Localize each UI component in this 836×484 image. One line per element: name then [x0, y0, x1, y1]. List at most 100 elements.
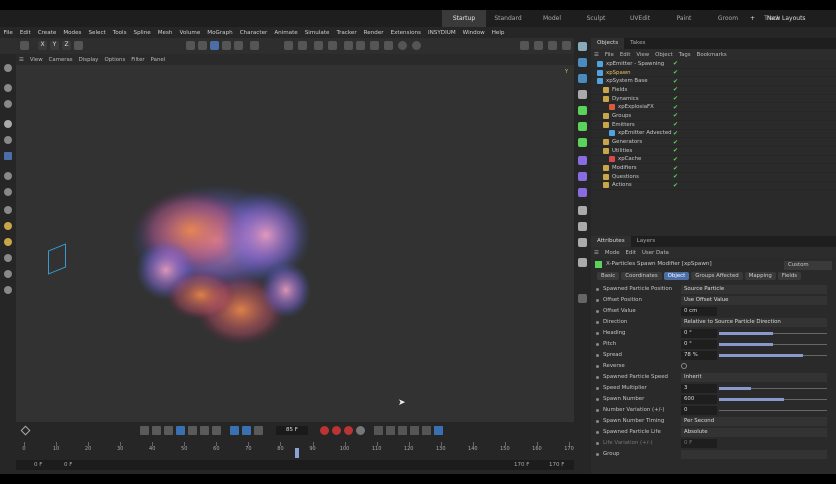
visibility-check-icon[interactable]: ✔: [673, 104, 678, 111]
layout-tab-standard[interactable]: Standard: [486, 10, 530, 27]
visibility-check-icon[interactable]: ✔: [673, 69, 678, 76]
generator-icon[interactable]: [370, 41, 379, 50]
scale-icon[interactable]: [4, 152, 12, 160]
attribute-slider-track[interactable]: [719, 410, 827, 411]
object-row[interactable]: xpSystem Base ✔: [591, 77, 836, 87]
viewport-menu-filter[interactable]: Filter: [128, 57, 147, 63]
axis-x-icon[interactable]: X: [38, 41, 47, 50]
loop-icon[interactable]: [230, 426, 239, 435]
objects-menu-view[interactable]: View: [633, 52, 652, 58]
menu-edit[interactable]: Edit: [16, 30, 34, 36]
object-row[interactable]: xpExplosiaFX ✔: [591, 103, 836, 113]
viewport-3d[interactable]: Y ➤: [16, 65, 574, 422]
visibility-check-icon[interactable]: ✔: [673, 60, 678, 67]
viewport-menu-view[interactable]: View: [27, 57, 46, 63]
object-row[interactable]: xpSpawn ✔: [591, 69, 836, 78]
animate-dot-icon[interactable]: [596, 431, 599, 434]
deformer-purple-icon[interactable]: [578, 156, 587, 165]
menu-simulate[interactable]: Simulate: [301, 30, 333, 36]
previous-frame-icon[interactable]: [164, 426, 173, 435]
texture-mode-icon[interactable]: [198, 41, 207, 50]
tab-takes[interactable]: Takes: [624, 38, 651, 49]
animate-dot-icon[interactable]: [596, 332, 599, 335]
pen-icon[interactable]: [4, 254, 12, 262]
objects-menu-bookmarks[interactable]: Bookmarks: [694, 52, 730, 58]
attr-tab-groups-affected[interactable]: Groups Affected: [691, 271, 743, 280]
magnet-icon[interactable]: [4, 286, 12, 294]
visibility-check-icon[interactable]: ✔: [673, 86, 678, 93]
next-frame-icon[interactable]: [188, 426, 197, 435]
search-icon[interactable]: [4, 64, 12, 72]
mograph-icon[interactable]: [578, 122, 587, 131]
move-icon[interactable]: [4, 120, 12, 128]
tab-attributes[interactable]: Attributes: [591, 236, 631, 247]
points-mode-icon[interactable]: [210, 41, 219, 50]
volume-icon[interactable]: [578, 188, 587, 197]
spline-icon[interactable]: [356, 41, 365, 50]
workplane-icon[interactable]: [328, 41, 337, 50]
animate-dot-icon[interactable]: [596, 354, 599, 357]
menu-extensions[interactable]: Extensions: [387, 30, 424, 36]
key-pla-icon[interactable]: [422, 426, 431, 435]
attributes-menu-mode[interactable]: Mode: [602, 250, 623, 256]
select-icon[interactable]: [4, 100, 12, 108]
layout-tab-paint[interactable]: Paint: [662, 10, 706, 27]
visibility-check-icon[interactable]: ✔: [673, 121, 678, 128]
render-view-icon[interactable]: [284, 41, 293, 50]
render-queue-icon[interactable]: [562, 41, 571, 50]
brush-icon[interactable]: [4, 206, 12, 214]
current-frame-field[interactable]: 85 F: [276, 426, 308, 435]
viewport-menu-icon[interactable]: ☰: [16, 57, 27, 63]
camera-object-icon[interactable]: [578, 206, 587, 215]
null-object-icon[interactable]: [578, 74, 587, 83]
key-scale-icon[interactable]: [398, 426, 407, 435]
attribute-dropdown[interactable]: [681, 450, 827, 459]
record-active-icon[interactable]: [320, 426, 329, 435]
next-key-icon[interactable]: [200, 426, 209, 435]
light-icon[interactable]: [412, 41, 421, 50]
animate-dot-icon[interactable]: [596, 387, 599, 390]
undo-icon[interactable]: [20, 41, 29, 50]
viewport-menu-display[interactable]: Display: [76, 57, 102, 63]
render-region-icon[interactable]: [298, 41, 307, 50]
attribute-number-field[interactable]: 3: [681, 384, 717, 393]
pause-icon[interactable]: [176, 426, 185, 435]
menu-create[interactable]: Create: [34, 30, 60, 36]
light-object-icon[interactable]: [578, 222, 587, 231]
attribute-number-field[interactable]: 0: [681, 406, 717, 415]
attribute-number-field[interactable]: 78 %: [681, 351, 717, 360]
menu-file[interactable]: File: [0, 30, 16, 36]
visibility-check-icon[interactable]: ✔: [673, 130, 678, 137]
layout-tab-model[interactable]: Model: [530, 10, 574, 27]
coordinate-system-icon[interactable]: [74, 41, 83, 50]
transform-icon[interactable]: [4, 172, 12, 180]
sound-icon[interactable]: [254, 426, 263, 435]
model-mode-icon[interactable]: [186, 41, 195, 50]
attribute-dropdown[interactable]: Per Second: [681, 417, 827, 426]
menu-render[interactable]: Render: [360, 30, 387, 36]
menu-select[interactable]: Select: [85, 30, 109, 36]
animate-dot-icon[interactable]: [596, 398, 599, 401]
visibility-check-icon[interactable]: ✔: [673, 165, 678, 172]
menu-window[interactable]: Window: [459, 30, 488, 36]
objects-menu-edit[interactable]: Edit: [617, 52, 633, 58]
timeline-icon[interactable]: [434, 426, 443, 435]
pointer-icon[interactable]: [578, 42, 587, 51]
visibility-check-icon[interactable]: ✔: [673, 173, 678, 180]
snap-icon[interactable]: [250, 41, 259, 50]
cube-primitive-icon[interactable]: [578, 58, 587, 67]
attribute-number-field[interactable]: 0 °: [681, 340, 717, 349]
layout-tab-uvedit[interactable]: UVEdit: [618, 10, 662, 27]
render-active-view-icon[interactable]: [520, 41, 529, 50]
knife-icon[interactable]: [4, 270, 12, 278]
preset-dropdown[interactable]: Custom: [784, 261, 832, 270]
cube-icon[interactable]: [344, 41, 353, 50]
object-row[interactable]: Utilities ✔: [591, 147, 836, 156]
attr-tab-basic[interactable]: Basic: [597, 271, 620, 280]
animate-dot-icon[interactable]: [596, 453, 599, 456]
attribute-number-field[interactable]: 0 cm: [681, 307, 717, 316]
attribute-dropdown[interactable]: Source Particle: [681, 285, 827, 294]
autokey-icon[interactable]: [332, 426, 341, 435]
key-position-icon[interactable]: [374, 426, 383, 435]
objects-menu-icon[interactable]: ☰: [591, 52, 602, 58]
